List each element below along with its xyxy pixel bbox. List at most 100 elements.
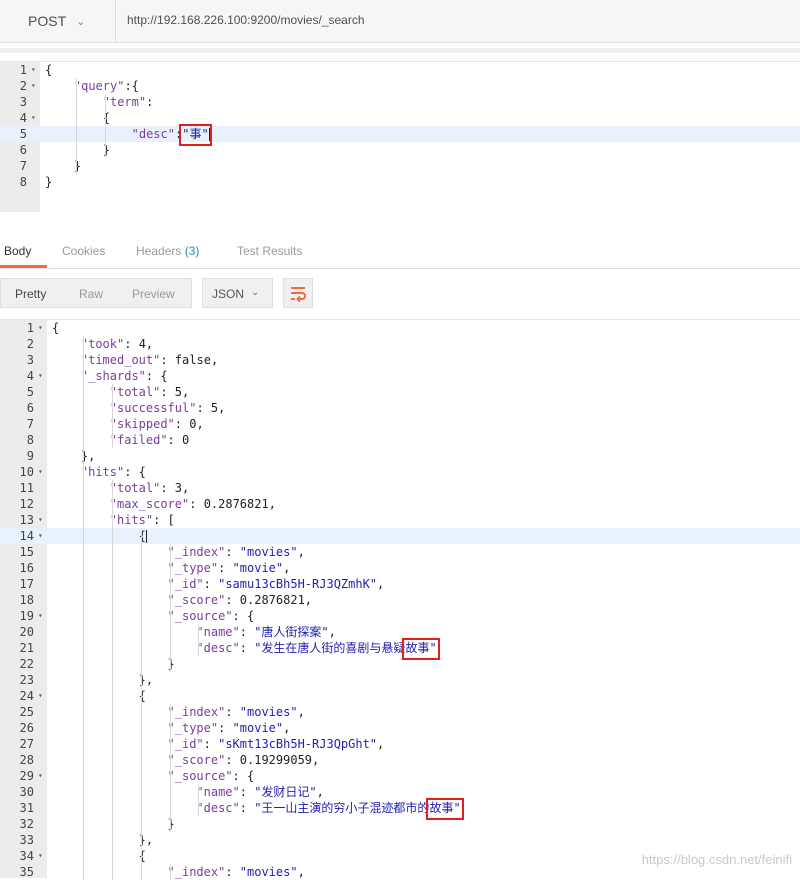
view-raw-button[interactable]: Raw [79,287,103,301]
line-number: 8 [19,175,27,189]
line-number: 16 [19,561,34,575]
json-string: "sKmt13cBh5H-RJ3QpGht" [218,737,378,751]
code-line: 20 "name": "唐人街探案", [0,624,800,640]
indent-guide [104,94,106,158]
json-punct: : [203,577,219,591]
json-key: "term" [102,95,147,109]
highlight-box [179,124,212,146]
wrap-lines-button[interactable] [283,278,313,308]
json-string: "发生在唐人街的喜剧与悬疑 [254,641,406,655]
line-number: 11 [19,481,34,495]
json-key: "_type" [167,721,219,735]
format-selector[interactable]: JSON ⌄ [202,278,273,308]
code-text: } [45,174,52,190]
line-number: 18 [19,593,34,607]
code-line: 13 ▾ "hits": [ [0,512,800,528]
tab-test-results[interactable]: Test Results [237,244,302,258]
code-line: 16 "_type": "movie", [0,560,800,576]
line-number: 25 [19,705,34,719]
fold-arrow-icon[interactable]: ▾ [38,688,43,704]
json-punct: , [328,625,336,639]
fold-arrow-icon[interactable]: ▾ [38,528,43,544]
line-number: 10 [19,465,34,479]
code-line: 15 "_index": "movies", [0,544,800,560]
response-body-viewer[interactable]: 1 ▾{2 "took": 4, 3 "timed_out": false, 4 ▾ "_sh… [0,319,800,880]
code-line: 14 ▾{ [0,528,800,544]
tab-cookies[interactable]: Cookies [62,244,105,258]
fold-arrow-icon[interactable]: ▾ [38,608,43,624]
indent-guide [140,528,142,880]
json-punct: , [297,545,305,559]
json-value: 0 [182,433,190,447]
code-text: "successful": 5, [110,400,226,416]
json-string: "唐人街探案" [254,625,329,639]
format-label: JSON [212,287,245,301]
line-number: 6 [19,143,27,157]
request-body-editor[interactable]: 1 ▾{2 ▾ "query":{3 "term": 4 ▾{5 "desc":"事" 6} 7}… [0,61,800,212]
code-line: 2 "took": 4, [0,336,800,352]
fold-arrow-icon[interactable]: ▾ [38,768,43,784]
json-key: "desc" [196,641,240,655]
fold-arrow-icon[interactable]: ▾ [38,848,43,864]
fold-arrow-icon[interactable]: ▾ [31,62,36,78]
json-key: "desc" [131,127,175,141]
line-number: 3 [19,95,27,109]
tab-body[interactable]: Body [4,244,31,258]
view-preview-button[interactable]: Preview [132,287,175,301]
highlight-box [402,638,440,660]
code-text: "skipped": 0, [110,416,204,432]
json-key: "name" [196,625,240,639]
code-line: 25 "_index": "movies", [0,704,800,720]
json-punct: } [45,175,53,189]
fold-arrow-icon[interactable]: ▾ [38,368,43,384]
json-key: "_type" [167,561,219,575]
method-label: POST [28,13,67,29]
json-punct: , [297,705,305,719]
code-line: 1 ▾ { [0,320,800,336]
json-punct: , [182,481,190,495]
fold-arrow-icon[interactable]: ▾ [38,464,43,480]
code-text: "hits": [ [110,512,175,528]
code-text: "_type": "movie", [168,720,291,736]
line-number: 28 [19,753,34,767]
view-pretty-button[interactable]: Pretty [15,287,46,301]
tab-headers[interactable]: Headers (3) [136,244,199,258]
line-number: 4 [26,369,34,383]
fold-arrow-icon[interactable]: ▾ [31,78,36,94]
line-number: 24 [19,689,34,703]
line-number: 9 [26,449,34,463]
line-number: 1 [19,63,27,77]
json-key: "_source" [167,609,233,623]
fold-arrow-icon[interactable]: ▾ [38,512,43,528]
fold-arrow-icon[interactable]: ▾ [38,320,43,336]
url-input[interactable]: http://192.168.226.100:9200/movies/_sear… [127,13,365,27]
json-string: "samu13cBh5H-RJ3QZmhK" [218,577,378,591]
method-selector[interactable]: POST ⌄ [0,0,116,42]
json-punct: : [239,801,255,815]
wrap-lines-icon [291,287,306,303]
code-text: "_id": "sKmt13cBh5H-RJ3QpGht", [168,736,385,752]
json-key: "total" [109,385,161,399]
code-text: "failed": 0 [110,432,189,448]
fold-arrow-icon[interactable]: ▾ [31,110,36,126]
code-line: 5 "desc":"事" [0,126,800,142]
json-punct: , [218,401,226,415]
code-line: 8} [0,174,800,190]
code-line: 30 "name": "发财日记", [0,784,800,800]
json-punct: : [196,401,211,415]
code-text: "took": 4, [81,336,153,352]
code-line: 11 "total": 3, [0,480,800,496]
code-line: 7} [0,158,800,174]
code-text: "_index": "movies", [168,704,305,720]
json-punct: : [225,705,240,719]
code-line: 21 "desc": "发生在唐人街的喜剧与悬疑故事" [0,640,800,656]
json-punct: , [377,577,385,591]
json-punct: { [52,321,60,335]
json-value: 0.2876821 [203,497,269,511]
json-punct: : { [232,609,255,623]
code-text: "desc": "王一山主演的穷小子混迹都市的故事" [196,800,460,816]
indent-guide [169,544,171,672]
json-key: "desc" [196,801,240,815]
json-key: "hits" [80,465,125,479]
json-key: "query" [73,79,125,93]
